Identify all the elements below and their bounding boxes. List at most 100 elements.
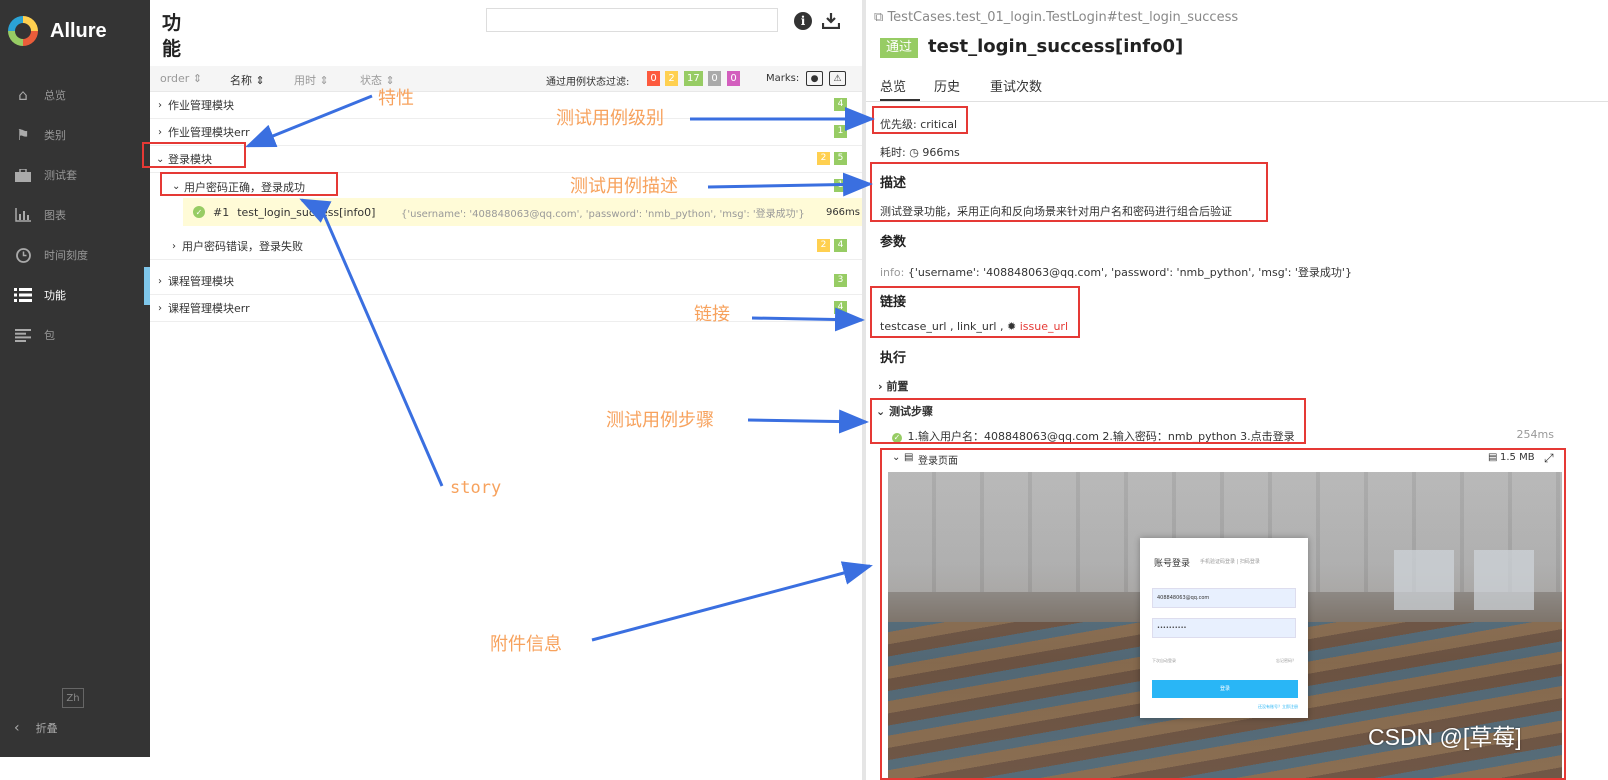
tree-group-row[interactable]: › 课程管理模块err 4 xyxy=(150,295,862,322)
sort-arrows-icon: ⇕ xyxy=(319,74,329,87)
annotation-severity: 测试用例级别 xyxy=(556,108,664,129)
broken-count: 2 xyxy=(817,239,830,252)
search-input[interactable] xyxy=(486,8,778,32)
info-icon[interactable]: i xyxy=(794,12,812,30)
brand[interactable]: Allure xyxy=(8,14,107,48)
test-case-row[interactable]: ✓ #1 test_login_success[info0] {'usernam… xyxy=(183,198,862,226)
highlight-feature-box xyxy=(142,142,246,168)
passed-count: 4 xyxy=(834,301,847,314)
sidebar-item-graphs[interactable]: 图表 xyxy=(0,195,150,235)
language-switch[interactable]: Zh xyxy=(62,688,84,708)
filter-failed[interactable]: 0 xyxy=(647,71,660,86)
annotation-link: 链接 xyxy=(694,304,730,325)
sidebar-item-label: 功能 xyxy=(44,289,66,302)
tree-group-row-expanded[interactable]: ⌄ 登录模块 2 5 xyxy=(150,146,862,173)
sidebar-item-overview[interactable]: ⌂ 总览 xyxy=(0,75,150,115)
param-value: {'username': '408848063@qq.com', 'passwo… xyxy=(907,266,1352,279)
breadcrumb[interactable]: ⧉ TestCases.test_01_login.TestLogin#test… xyxy=(874,10,1238,25)
filter-skipped[interactable]: 0 xyxy=(708,71,721,86)
filter-passed[interactable]: 17 xyxy=(684,71,703,86)
test-params: {'username': '408848063@qq.com', 'passwo… xyxy=(401,208,805,220)
passed-count: 3 xyxy=(834,274,847,287)
chevron-right-icon: › xyxy=(158,126,162,138)
sidebar-item-behaviors[interactable]: 功能 xyxy=(0,275,154,315)
briefcase-icon xyxy=(12,167,34,183)
chevron-right-icon: › xyxy=(158,302,162,314)
duration-value: 966ms xyxy=(922,146,960,159)
status-badge: 通过 xyxy=(880,38,919,58)
test-duration: 966ms xyxy=(825,206,860,218)
highlight-story-box xyxy=(160,172,338,196)
chevron-right-icon: › xyxy=(158,275,162,287)
highlight-severity-box xyxy=(872,106,968,134)
collapse-button[interactable]: ‹ 折叠 xyxy=(14,720,58,736)
duration-line: 耗时: ◷ 966ms xyxy=(880,144,960,160)
download-icon[interactable] xyxy=(822,12,840,30)
sidebar-item-categories[interactable]: ⚑ 类别 xyxy=(0,115,150,155)
annotation-feature: 特性 xyxy=(378,88,414,109)
tab-retries[interactable]: 重试次数 xyxy=(990,76,1042,101)
warning-mark-icon[interactable]: ⚠ xyxy=(829,71,846,86)
filter-unknown[interactable]: 0 xyxy=(727,71,740,86)
flag-icon: ⚑ xyxy=(16,126,30,144)
tree-group-row[interactable]: › 作业管理模块err 1 xyxy=(150,119,862,146)
chevron-right-icon: › xyxy=(172,240,176,252)
test-name: test_login_success[info0] xyxy=(237,205,376,219)
annotation-attachment: 附件信息 xyxy=(490,634,562,655)
tab-history[interactable]: 历史 xyxy=(934,76,960,101)
test-title: test_login_success[info0] xyxy=(928,36,1184,57)
brand-name: Allure xyxy=(50,19,107,42)
bar-chart-icon xyxy=(12,207,34,223)
detail-tabs: 总览 历史 重试次数 xyxy=(866,72,1608,102)
breadcrumb-text: TestCases.test_01_login.TestLogin#test_l… xyxy=(887,10,1239,25)
highlight-steps-box xyxy=(870,398,1306,444)
duration-label: 耗时: xyxy=(880,146,906,159)
tree-group-row[interactable]: › 课程管理模块 3 xyxy=(150,268,862,295)
chevron-right-icon: › xyxy=(878,380,883,393)
marks-label: Marks: xyxy=(766,73,800,84)
test-number: #1 xyxy=(213,205,230,219)
tree-story-row[interactable]: › 用户密码错误，登录失败 2 4 xyxy=(150,233,862,260)
tree-group-row[interactable]: › 作业管理模块 4 xyxy=(150,92,862,119)
passed-check-icon: ✓ xyxy=(193,206,205,218)
tab-overview[interactable]: 总览 xyxy=(880,76,920,101)
sort-arrows-icon: ⇕ xyxy=(255,74,265,87)
sidebar-item-label: 包 xyxy=(44,329,55,342)
clock-icon: ◷ xyxy=(909,146,919,159)
allure-logo-icon xyxy=(8,16,38,46)
align-left-icon xyxy=(12,327,34,343)
sidebar: Allure ⌂ 总览 ⚑ 类别 测试套 图表 时间刻度 功能 包 Zh ‹ 折… xyxy=(0,0,154,780)
clock-icon xyxy=(12,247,34,263)
passed-count: 1 xyxy=(834,125,847,138)
group-label: 作业管理模块 xyxy=(168,99,234,112)
sidebar-item-timeline[interactable]: 时间刻度 xyxy=(0,235,150,275)
setup-toggle[interactable]: › 前置 xyxy=(878,378,908,394)
sort-order[interactable]: order ⇕ xyxy=(160,72,202,85)
group-label: 课程管理模块err xyxy=(168,302,250,315)
param-key: info: xyxy=(880,266,905,279)
sort-duration[interactable]: 用时 ⇕ xyxy=(294,72,329,88)
flaky-mark-icon[interactable]: ● xyxy=(806,71,823,86)
story-label: 用户密码错误，登录失败 xyxy=(182,240,303,253)
sort-arrows-icon: ⇕ xyxy=(192,72,203,85)
csdn-watermark: CSDN @[草莓] xyxy=(1368,724,1522,750)
sort-name[interactable]: 名称 ⇕ xyxy=(230,72,265,88)
annotation-story: story xyxy=(450,478,502,498)
copy-icon: ⧉ xyxy=(874,10,884,25)
home-icon: ⌂ xyxy=(18,86,28,104)
group-label: 课程管理模块 xyxy=(168,275,234,288)
group-label: 作业管理模块err xyxy=(168,126,250,139)
behaviors-tree-panel: 功能 i order ⇕ 名称 ⇕ 用时 ⇕ 状态 ⇕ 通过用例状态过滤: 0 … xyxy=(150,0,862,780)
broken-count: 2 xyxy=(817,152,830,165)
sidebar-item-label: 时间刻度 xyxy=(44,249,88,262)
chevron-left-icon: ‹ xyxy=(14,720,20,736)
step-duration: 254ms xyxy=(1516,428,1554,441)
params-heading: 参数 xyxy=(880,235,907,250)
annotation-steps: 测试用例步骤 xyxy=(606,410,714,431)
sidebar-item-suites[interactable]: 测试套 xyxy=(0,155,150,195)
param-line: info: {'username': '408848063@qq.com', '… xyxy=(880,264,1352,280)
passed-count: 1 xyxy=(834,179,847,192)
filter-broken[interactable]: 2 xyxy=(665,71,678,86)
bottom-strip xyxy=(0,757,252,780)
sidebar-item-packages[interactable]: 包 xyxy=(0,315,150,355)
